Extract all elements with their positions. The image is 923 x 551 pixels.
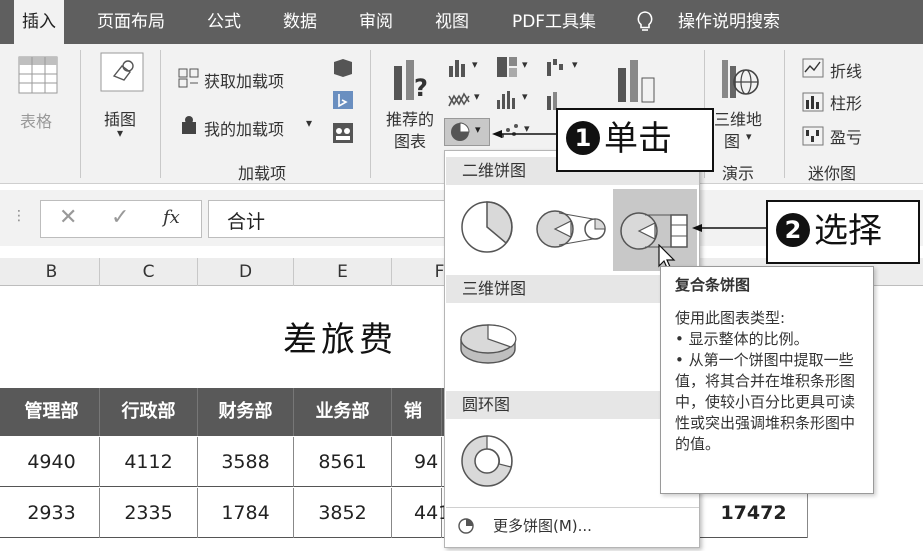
callout-arrows [492,130,766,232]
step-number: 1 [566,121,600,155]
step1-callout: 1 单击 [556,108,714,172]
step-text: 选择 [814,211,882,251]
step-text: 单击 [604,119,672,159]
step2-callout: 2 选择 [766,200,920,264]
step-number: 2 [776,213,810,247]
